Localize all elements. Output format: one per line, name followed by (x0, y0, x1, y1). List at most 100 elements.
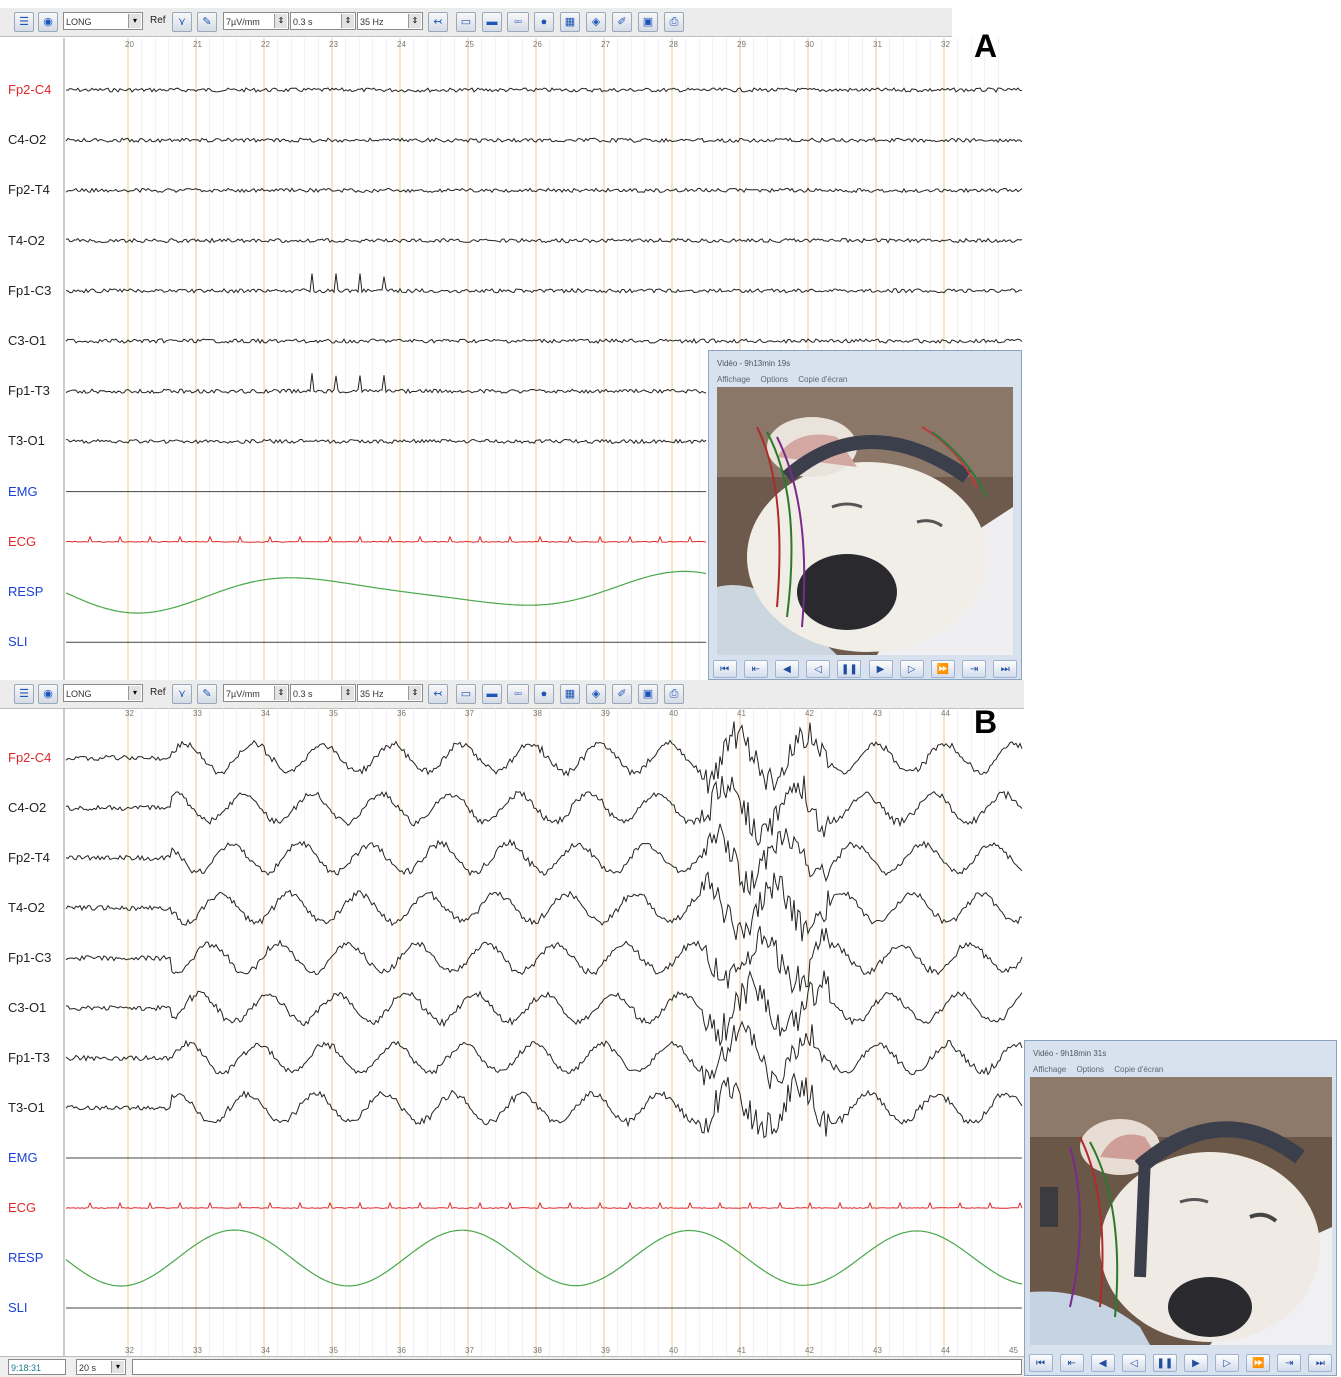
rewind-icon[interactable]: ◀ (774, 660, 799, 678)
fast-forward-icon[interactable]: ⏩ (930, 660, 955, 678)
time-tick-label: 40 (669, 1346, 678, 1355)
step-back-icon[interactable]: ◁ (806, 660, 831, 678)
time-tick-label: 26 (533, 40, 542, 49)
trace-fp1-t3 (65, 373, 707, 395)
video-frame (717, 387, 1013, 655)
time-tick-label: 32 (125, 709, 134, 718)
timeline-scrollbar[interactable] (132, 1359, 1022, 1375)
time-tick-label: 31 (873, 40, 882, 49)
eeg-panel-a: ☰ ◉ LONG ▾ Ref ⋎ ✎ 7µV/mm ⇕ 0.3 s ⇕ 35 Hz ⇕ … (0, 0, 1024, 680)
menu-affichage[interactable]: Affichage (1033, 1065, 1066, 1074)
time-tick-label: 28 (669, 40, 678, 49)
channel-label-fp1-c3[interactable]: Fp1-C3 (8, 950, 51, 965)
time-tick-label: 34 (261, 709, 270, 718)
time-tick-label: 25 (465, 40, 474, 49)
channel-label-t3-o1[interactable]: T3-O1 (8, 1100, 45, 1115)
channel-label-ecg[interactable]: ECG (8, 1200, 36, 1215)
time-tick-label: 24 (397, 40, 406, 49)
panel-label-a: A (974, 28, 998, 64)
time-tick-label: 36 (397, 709, 406, 718)
channel-label-resp[interactable]: RESP (8, 584, 43, 599)
video-controls: ⏮ ⇤ ◀ ◁ ❚❚ ▶ ▷ ⏩ ⇥ ⏭ (709, 657, 1021, 681)
time-tick-label: 29 (737, 40, 746, 49)
rewind-icon[interactable]: ◀ (1090, 1354, 1115, 1372)
channel-label-fp1-t3[interactable]: Fp1-T3 (8, 383, 50, 398)
next-page-icon[interactable]: ⇥ (1277, 1354, 1302, 1372)
fast-forward-icon[interactable]: ⏩ (1246, 1354, 1271, 1372)
step-forward-icon[interactable]: ▷ (899, 660, 924, 678)
video-title: Vidéo - 9h18min 31s (1033, 1049, 1107, 1058)
time-tick-label: 33 (193, 709, 202, 718)
video-frame (1030, 1077, 1332, 1345)
dog-video-image (717, 387, 1013, 655)
channel-label-c3-o1[interactable]: C3-O1 (8, 1000, 46, 1015)
menu-copie-ecran[interactable]: Copie d'écran (1114, 1065, 1163, 1074)
last-icon[interactable]: ⏭ (1308, 1354, 1333, 1372)
time-tick-label: 34 (261, 1346, 270, 1355)
time-tick-label: 37 (465, 1346, 474, 1355)
pause-icon[interactable]: ❚❚ (837, 660, 862, 678)
channel-label-ecg[interactable]: ECG (8, 534, 36, 549)
channel-label-sli[interactable]: SLI (8, 1300, 28, 1315)
menu-options[interactable]: Options (760, 375, 788, 384)
time-field[interactable]: 9:18:31 (8, 1359, 66, 1375)
channel-label-t4-o2[interactable]: T4-O2 (8, 233, 45, 248)
epoch-select[interactable]: 20 s ▾ (76, 1359, 126, 1375)
channel-label-t3-o1[interactable]: T3-O1 (8, 433, 45, 448)
menu-affichage[interactable]: Affichage (717, 375, 750, 384)
first-icon[interactable]: ⏮ (1028, 1354, 1053, 1372)
channel-label-fp1-c3[interactable]: Fp1-C3 (8, 283, 51, 298)
channel-label-fp1-t3[interactable]: Fp1-T3 (8, 1050, 50, 1065)
channel-label-c4-o2[interactable]: C4-O2 (8, 132, 46, 147)
time-tick-label: 38 (533, 1346, 542, 1355)
channel-label-fp2-c4[interactable]: Fp2-C4 (8, 82, 51, 97)
prev-page-icon[interactable]: ⇤ (743, 660, 768, 678)
eeg-panel-b: ☰ ◉ LONG ▾ Ref ⋎ ✎ 7µV/mm ⇕ 0.3 s ⇕ 35 Hz ⇕ … (0, 680, 1024, 1376)
time-tick-label: 32 (941, 40, 950, 49)
channel-label-emg[interactable]: EMG (8, 1150, 38, 1165)
time-tick-label: 35 (329, 709, 338, 718)
channel-label-sli[interactable]: SLI (8, 634, 28, 649)
last-icon[interactable]: ⏭ (993, 660, 1018, 678)
video-menu: Affichage Options Copie d'écran (1033, 1065, 1171, 1074)
first-icon[interactable]: ⏮ (712, 660, 737, 678)
time-tick-label: 43 (873, 709, 882, 718)
step-back-icon[interactable]: ◁ (1121, 1354, 1146, 1372)
channel-label-c4-o2[interactable]: C4-O2 (8, 800, 46, 815)
video-title: Vidéo - 9h13min 19s (717, 359, 791, 368)
step-forward-icon[interactable]: ▷ (1215, 1354, 1240, 1372)
video-window-a[interactable]: Vidéo - 9h13min 19s Affichage Options Co… (708, 350, 1022, 680)
time-tick-label: 32 (125, 1346, 134, 1355)
menu-copie-ecran[interactable]: Copie d'écran (798, 375, 847, 384)
time-tick-label: 22 (261, 40, 270, 49)
channel-label-c3-o1[interactable]: C3-O1 (8, 333, 46, 348)
time-tick-label: 38 (533, 709, 542, 718)
trace-t3-o1 (65, 438, 707, 445)
video-window-b[interactable]: Vidéo - 9h18min 31s Affichage Options Co… (1024, 1040, 1337, 1376)
video-controls: ⏮ ⇤ ◀ ◁ ❚❚ ▶ ▷ ⏩ ⇥ ⏭ (1025, 1351, 1336, 1375)
channel-label-fp2-t4[interactable]: Fp2-T4 (8, 850, 50, 865)
dog-video-image (1030, 1077, 1332, 1345)
time-tick-label: 39 (601, 1346, 610, 1355)
channel-label-fp2-c4[interactable]: Fp2-C4 (8, 750, 51, 765)
play-icon[interactable]: ▶ (1184, 1354, 1209, 1372)
video-menu: Affichage Options Copie d'écran (717, 375, 855, 384)
channel-label-t4-o2[interactable]: T4-O2 (8, 900, 45, 915)
channel-label-emg[interactable]: EMG (8, 484, 38, 499)
channel-label-resp[interactable]: RESP (8, 1250, 43, 1265)
time-tick-label: 45 (1009, 1346, 1018, 1355)
time-tick-label: 35 (329, 1346, 338, 1355)
time-tick-label: 20 (125, 40, 134, 49)
next-page-icon[interactable]: ⇥ (962, 660, 987, 678)
time-tick-label: 40 (669, 709, 678, 718)
time-tick-label: 44 (941, 1346, 950, 1355)
prev-page-icon[interactable]: ⇤ (1059, 1354, 1084, 1372)
menu-options[interactable]: Options (1076, 1065, 1104, 1074)
pause-icon[interactable]: ❚❚ (1152, 1354, 1177, 1372)
time-tick-label: 44 (941, 709, 950, 718)
channel-label-fp2-t4[interactable]: Fp2-T4 (8, 182, 50, 197)
play-icon[interactable]: ▶ (868, 660, 893, 678)
time-tick-label: 42 (805, 1346, 814, 1355)
time-tick-label: 23 (329, 40, 338, 49)
time-tick-label: 27 (601, 40, 610, 49)
